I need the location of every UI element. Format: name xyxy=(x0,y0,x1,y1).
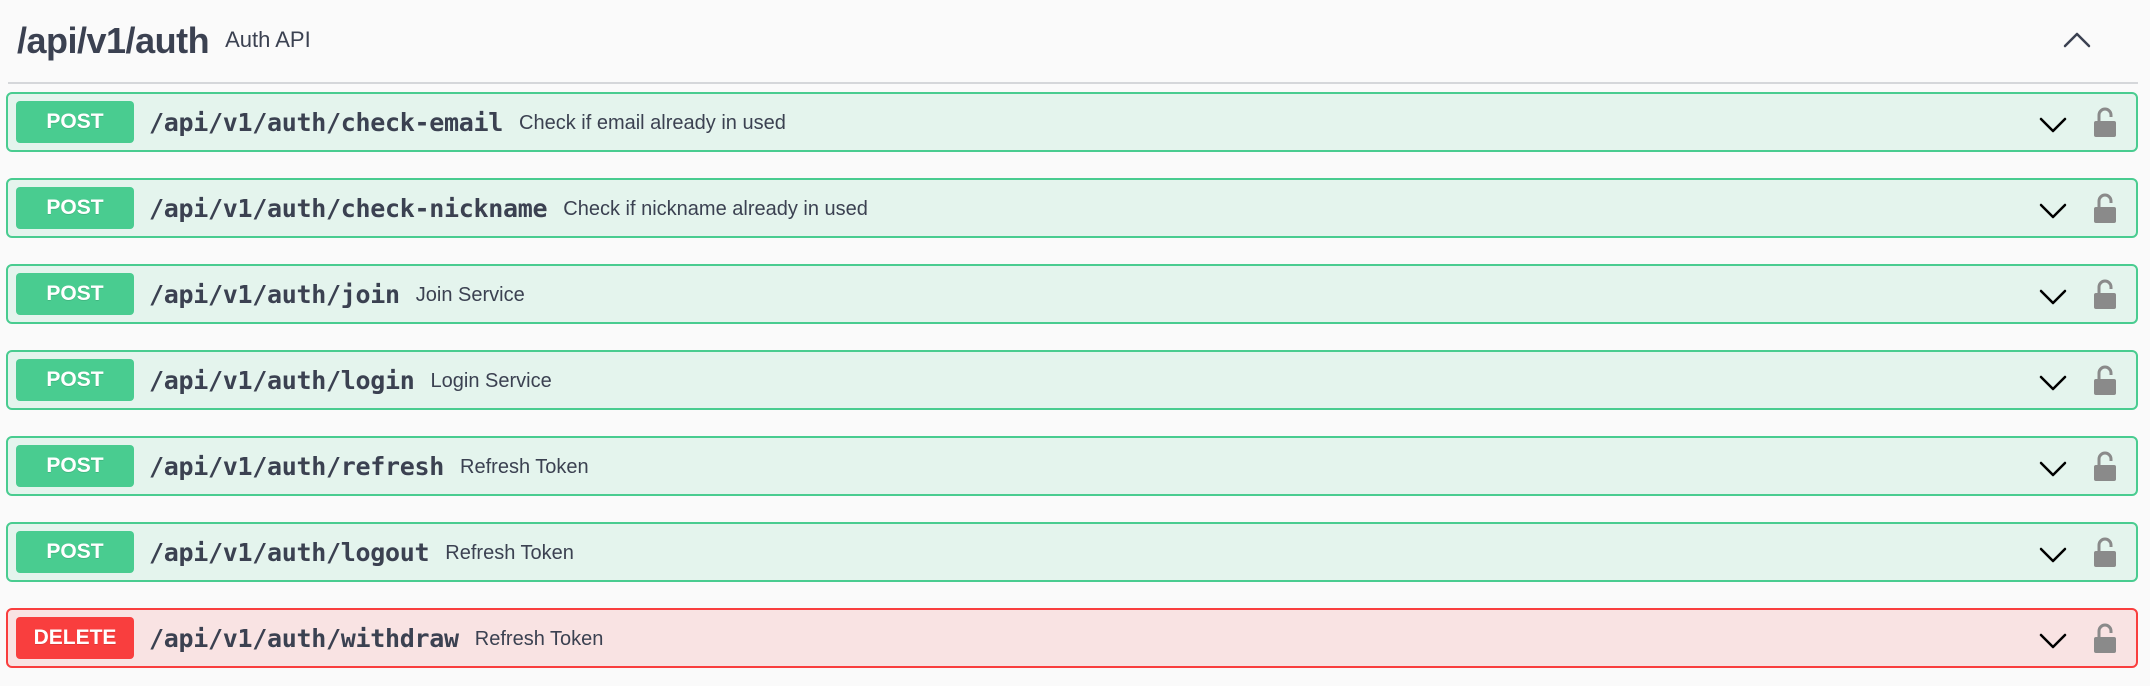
lock-icon[interactable] xyxy=(2092,623,2118,655)
lock-icon[interactable] xyxy=(2092,537,2118,569)
operation-summary: Refresh Token xyxy=(474,627,604,650)
lock-icon[interactable] xyxy=(2092,451,2118,483)
operation-path: /api/v1/auth/refresh xyxy=(149,451,445,481)
section-title[interactable]: /api/v1/auth xyxy=(17,20,210,62)
operation-path: /api/v1/auth/join xyxy=(149,279,400,309)
operation-withdraw[interactable]: DELETE /api/v1/auth/withdraw Refresh Tok… xyxy=(6,608,2138,668)
operation-summary: Join Service xyxy=(415,283,525,306)
method-badge: POST xyxy=(16,187,134,229)
operation-summary: Login Service xyxy=(430,369,552,392)
chevron-up-icon[interactable] xyxy=(2061,24,2093,56)
operation-path: /api/v1/auth/login xyxy=(149,365,415,395)
method-badge: POST xyxy=(16,359,134,401)
operation-logout[interactable]: POST /api/v1/auth/logout Refresh Token xyxy=(6,522,2138,582)
section-header[interactable]: /api/v1/auth Auth API xyxy=(8,0,2138,84)
chevron-down-icon[interactable] xyxy=(2038,540,2068,568)
lock-icon[interactable] xyxy=(2092,279,2118,311)
chevron-down-icon[interactable] xyxy=(2038,626,2068,654)
operation-summary: Check if nickname already in used xyxy=(563,197,868,220)
method-badge: POST xyxy=(16,273,134,315)
operation-join[interactable]: POST /api/v1/auth/join Join Service xyxy=(6,264,2138,324)
operation-summary: Check if email already in used xyxy=(519,111,786,134)
operation-check-nickname[interactable]: POST /api/v1/auth/check-nickname Check i… xyxy=(6,178,2138,238)
operation-path: /api/v1/auth/check-nickname xyxy=(149,193,548,223)
lock-icon[interactable] xyxy=(2092,365,2118,397)
chevron-down-icon[interactable] xyxy=(2038,282,2068,310)
method-badge: DELETE xyxy=(16,617,134,659)
operation-login[interactable]: POST /api/v1/auth/login Login Service xyxy=(6,350,2138,410)
operation-refresh[interactable]: POST /api/v1/auth/refresh Refresh Token xyxy=(6,436,2138,496)
operation-path: /api/v1/auth/withdraw xyxy=(149,623,459,653)
chevron-down-icon[interactable] xyxy=(2038,196,2068,224)
lock-icon[interactable] xyxy=(2092,193,2118,225)
section-description: Auth API xyxy=(225,26,311,52)
operations-list: POST /api/v1/auth/check-email Check if e… xyxy=(0,84,2150,668)
chevron-down-icon[interactable] xyxy=(2038,110,2068,138)
operation-summary: Refresh Token xyxy=(460,455,589,478)
method-badge: POST xyxy=(16,531,134,573)
method-badge: POST xyxy=(16,101,134,143)
chevron-down-icon[interactable] xyxy=(2038,454,2068,482)
chevron-down-icon[interactable] xyxy=(2038,368,2068,396)
operation-check-email[interactable]: POST /api/v1/auth/check-email Check if e… xyxy=(6,92,2138,152)
operation-path: /api/v1/auth/logout xyxy=(149,537,430,567)
method-badge: POST xyxy=(16,445,134,487)
operation-summary: Refresh Token xyxy=(445,541,574,564)
operation-path: /api/v1/auth/check-email xyxy=(149,107,504,137)
lock-icon[interactable] xyxy=(2092,107,2118,139)
